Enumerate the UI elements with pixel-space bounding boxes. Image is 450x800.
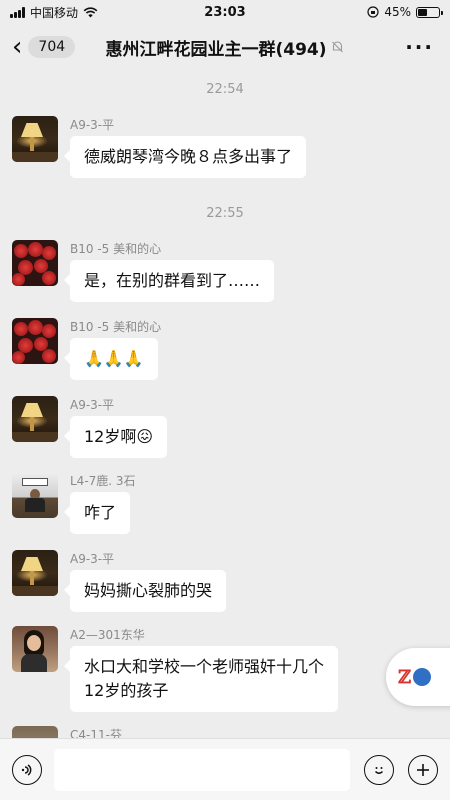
message-line: 水口大和学校一个老师强奸十几个 [84, 657, 325, 676]
chat-title: 惠州江畔花园业主一群(494) [105, 35, 344, 60]
avatar[interactable] [12, 240, 58, 286]
orientation-lock-icon [367, 6, 379, 18]
emoji-icon[interactable] [364, 754, 394, 785]
message-bubble[interactable]: 咋了 [63, 492, 131, 534]
sender-name: A9-3-平 [70, 552, 115, 566]
message-row: B10 -5 美和的心 🙏🙏🙏 [12, 318, 161, 380]
avatar[interactable] [12, 472, 58, 518]
avatar[interactable] [12, 626, 58, 672]
input-bar [0, 738, 450, 800]
message-row: B10 -5 美和的心 是，在别的群看到了…… [12, 240, 275, 302]
status-bar: 中国移动 23:03 45% [0, 0, 450, 24]
globe-icon [413, 668, 432, 686]
clock: 23:03 [204, 4, 246, 20]
chevron-left-icon[interactable]: ‹ [12, 34, 22, 60]
message-row: L4-7鹿. 3石 咋了 [12, 472, 136, 534]
time-divider: 22:55 [206, 206, 244, 221]
message-bubble[interactable]: 妈妈撕心裂肺的哭 [63, 570, 227, 612]
message-row: A9-3-平 12岁啊😖 [12, 396, 168, 458]
floating-app-widget[interactable]: ℤ [386, 648, 450, 706]
message-bubble[interactable]: 德威朗琴湾今晚８点多出事了 [63, 136, 307, 178]
message-bubble[interactable]: 12岁啊😖 [63, 416, 168, 458]
nav-bar: ‹ 704 惠州江畔花园业主一群(494) ··· [0, 24, 450, 70]
signal-icon [10, 6, 25, 18]
time-divider: 22:54 [206, 82, 244, 97]
sender-name: A2—301东华 [70, 628, 145, 642]
bell-muted-icon [332, 41, 343, 53]
sender-name: B10 -5 美和的心 [70, 242, 162, 256]
voice-icon[interactable] [12, 754, 42, 785]
sender-name: C4-11-芬 [70, 728, 122, 738]
message-row: A2—301东华 水口大和学校一个老师强奸十几个 12岁的孩子 [12, 626, 339, 712]
wifi-icon [83, 6, 98, 17]
message-row: C4-11-芬 [12, 726, 122, 738]
avatar[interactable] [12, 550, 58, 596]
message-bubble[interactable]: 🙏🙏🙏 [64, 338, 158, 380]
battery-percent: 45% [384, 5, 411, 19]
avatar[interactable] [12, 116, 58, 162]
avatar[interactable] [12, 396, 58, 442]
message-line: 12岁的孩子 [84, 681, 169, 700]
app-logo-icon: ℤ [398, 666, 412, 688]
unread-count-badge[interactable]: 704 [28, 36, 76, 58]
avatar[interactable] [12, 726, 58, 738]
message-bubble[interactable]: 是，在别的群看到了…… [63, 260, 275, 302]
sender-name: B10 -5 美和的心 [70, 320, 162, 334]
message-row: A9-3-平 妈妈撕心裂肺的哭 [12, 550, 227, 612]
chat-area[interactable]: 22:54 A9-3-平 德威朗琴湾今晚８点多出事了 22:55 B10 -5 … [0, 70, 450, 738]
chat-title-text: 惠州江畔花园业主一群(494) [105, 39, 327, 60]
battery-icon [416, 6, 443, 18]
avatar[interactable] [12, 318, 58, 364]
message-bubble[interactable]: 水口大和学校一个老师强奸十几个 12岁的孩子 [63, 646, 339, 712]
carrier-label: 中国移动 [30, 5, 79, 20]
sender-name: A9-3-平 [70, 398, 115, 412]
more-icon[interactable]: ··· [405, 35, 434, 59]
plus-icon[interactable] [408, 754, 438, 785]
sender-name: A9-3-平 [70, 118, 115, 132]
sender-name: L4-7鹿. 3石 [70, 474, 136, 488]
message-input[interactable] [54, 748, 350, 791]
message-row: A9-3-平 德威朗琴湾今晚８点多出事了 [12, 116, 307, 178]
